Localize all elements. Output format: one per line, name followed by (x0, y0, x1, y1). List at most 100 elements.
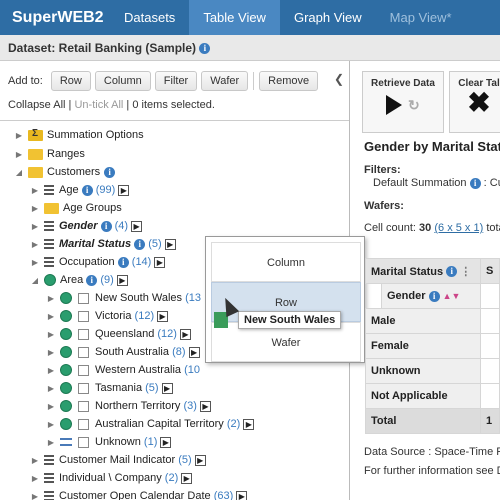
tree-item-customers[interactable]: ◢ Customers i (14, 163, 116, 181)
tree-item-nsw[interactable]: ▶ New South Wales (13 (46, 289, 201, 307)
tree-item-marital-status[interactable]: ▶ Marital Status i (5) ▶ (30, 235, 176, 253)
add-arrow-icon[interactable]: ▶ (161, 382, 173, 394)
expand-icon[interactable]: ▶ (14, 150, 24, 159)
info-icon[interactable]: i (134, 238, 146, 250)
add-arrow-icon[interactable]: ▶ (160, 436, 172, 448)
expand-icon[interactable]: ▶ (30, 204, 40, 213)
tree-item-summation[interactable]: ▶ Summation Options (14, 126, 144, 144)
item-checkbox[interactable] (78, 310, 89, 322)
tab-table-view[interactable]: Table View (189, 0, 280, 35)
retrieve-data-button[interactable]: Retrieve Data ↻ (362, 71, 444, 133)
column-header-cell[interactable]: Marital Status i ⋮ (365, 258, 481, 284)
tree-item-nt[interactable]: ▶ Northern Territory (3) ▶ (46, 397, 211, 415)
item-checkbox[interactable] (78, 382, 89, 394)
folder-icon (28, 148, 43, 160)
info-icon[interactable]: i (446, 266, 458, 278)
expand-icon[interactable]: ▶ (30, 456, 40, 465)
expand-icon[interactable]: ▶ (30, 186, 40, 195)
item-checkbox[interactable] (78, 328, 89, 340)
expand-icon[interactable]: ▶ (46, 384, 56, 393)
expand-icon[interactable]: ▶ (46, 420, 56, 429)
tree-item-wa[interactable]: ▶ Western Australia (10 (46, 361, 200, 379)
row-header-cell[interactable]: Gender i ▲▼ (381, 283, 481, 309)
add-arrow-icon[interactable]: ▶ (199, 400, 211, 412)
collapse-panel-icon[interactable]: ❮ (334, 72, 344, 86)
expand-icon[interactable]: ▶ (46, 294, 56, 303)
expand-icon[interactable]: ▶ (46, 330, 56, 339)
add-filter-button[interactable]: Filter (154, 71, 198, 91)
tree-item-act[interactable]: ▶ Australian Capital Territory (2) ▶ (46, 415, 255, 433)
add-arrow-icon[interactable]: ▶ (116, 274, 128, 286)
expand-icon[interactable]: ▶ (14, 131, 24, 140)
info-icon[interactable]: i (117, 256, 129, 268)
info-icon[interactable]: i (469, 177, 481, 189)
collapse-icon[interactable]: ◢ (14, 168, 24, 177)
info-icon[interactable]: i (199, 43, 211, 55)
tree-label: Northern Territory (95, 400, 181, 412)
add-wafer-button[interactable]: Wafer (201, 71, 249, 91)
tab-graph-view[interactable]: Graph View (280, 0, 376, 35)
sort-icon[interactable]: ▲▼ (443, 291, 461, 301)
tree-item-tas[interactable]: ▶ Tasmania (5) ▶ (46, 379, 173, 397)
item-checkbox[interactable] (78, 364, 89, 376)
item-checkbox[interactable] (78, 400, 89, 412)
menu-dots-icon[interactable]: ⋮ (460, 266, 471, 278)
tree-item-unknown[interactable]: ▶ Unknown (1) ▶ (46, 433, 172, 451)
expand-icon[interactable]: ▶ (30, 258, 40, 267)
app-brand[interactable]: SuperWEB2 (0, 0, 110, 35)
item-checkbox[interactable] (78, 346, 89, 358)
expand-icon[interactable]: ▶ (46, 438, 56, 447)
add-arrow-icon[interactable]: ▶ (157, 310, 169, 322)
remove-button[interactable]: Remove (259, 71, 319, 91)
tree-item-gender[interactable]: ▶ Gender i (4) ▶ (30, 217, 143, 235)
add-arrow-icon[interactable]: ▶ (131, 220, 143, 232)
expand-icon[interactable]: ▶ (46, 366, 56, 375)
info-icon[interactable]: i (104, 166, 116, 178)
cell-dims-link[interactable]: (6 x 5 x 1) (434, 222, 483, 234)
info-icon[interactable]: i (86, 274, 98, 286)
add-arrow-icon[interactable]: ▶ (118, 184, 130, 196)
tree-item-open-date[interactable]: ▶ Customer Open Calendar Date (63) ▶ (30, 487, 248, 500)
tree-item-age[interactable]: ▶ Age i (99) ▶ (30, 181, 130, 199)
tree-item-vic[interactable]: ▶ Victoria (12) ▶ (46, 307, 169, 325)
tree-item-age-groups[interactable]: ▶ Age Groups (30, 199, 122, 217)
drop-column-option[interactable]: Column (211, 242, 361, 282)
expand-icon[interactable]: ▶ (46, 312, 56, 321)
item-checkbox[interactable] (78, 436, 89, 448)
add-row-button[interactable]: Row (50, 71, 91, 91)
info-icon[interactable]: i (81, 184, 93, 196)
add-arrow-icon[interactable]: ▶ (179, 328, 191, 340)
tree-item-occupation[interactable]: ▶ Occupation i (14) ▶ (30, 253, 166, 271)
info-icon[interactable]: i (100, 220, 112, 232)
collapse-icon[interactable]: ◢ (30, 276, 40, 285)
expand-icon[interactable]: ▶ (30, 222, 40, 231)
tree-label: Gender (59, 220, 98, 232)
add-arrow-icon[interactable]: ▶ (236, 490, 248, 500)
add-arrow-icon[interactable]: ▶ (243, 418, 255, 430)
add-arrow-icon[interactable]: ▶ (188, 346, 200, 358)
tree-item-ranges[interactable]: ▶ Ranges (14, 145, 85, 163)
expand-icon[interactable]: ▶ (46, 348, 56, 357)
add-arrow-icon[interactable]: ▶ (164, 238, 176, 250)
expand-icon[interactable]: ▶ (30, 492, 40, 500)
expand-icon[interactable]: ▶ (30, 240, 40, 249)
clear-table-button[interactable]: Clear Tal ✖ (449, 71, 500, 133)
item-checkbox[interactable] (78, 418, 89, 430)
add-arrow-icon[interactable]: ▶ (154, 256, 166, 268)
geography-icon (60, 346, 72, 358)
info-icon[interactable]: i (428, 290, 440, 302)
tree-item-individual-company[interactable]: ▶ Individual \ Company (2) ▶ (30, 469, 193, 487)
add-arrow-icon[interactable]: ▶ (194, 454, 206, 466)
expand-icon[interactable]: ▶ (30, 474, 40, 483)
tree-item-mail-indicator[interactable]: ▶ Customer Mail Indicator (5) ▶ (30, 451, 206, 469)
tree-item-sa[interactable]: ▶ South Australia (8) ▶ (46, 343, 200, 361)
expand-icon[interactable]: ▶ (46, 402, 56, 411)
field-icon (44, 490, 54, 500)
collapse-all-link[interactable]: Collapse All (8, 99, 65, 111)
add-column-button[interactable]: Column (94, 71, 151, 91)
add-arrow-icon[interactable]: ▶ (181, 472, 193, 484)
tab-datasets[interactable]: Datasets (110, 0, 189, 35)
item-checkbox[interactable] (78, 292, 89, 304)
tree-item-area[interactable]: ◢ Area i (9) ▶ (30, 271, 128, 289)
tree-item-qld[interactable]: ▶ Queensland (12) ▶ (46, 325, 191, 343)
